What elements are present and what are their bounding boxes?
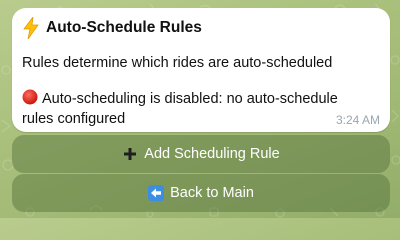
auto-schedule-status: Auto-scheduling is disabled: no auto-sch… [22, 89, 352, 129]
bot-message-bubble: Auto-Schedule Rules Rules determine whic… [12, 8, 390, 132]
back-to-main-label: Back to Main [170, 185, 254, 201]
rules-description: Rules determine which rides are auto-sch… [22, 55, 333, 71]
back-arrow-icon [148, 185, 165, 201]
lightning-bolt-icon [23, 17, 39, 39]
red-circle-icon [22, 89, 38, 105]
message-title-row: Auto-Schedule Rules [22, 17, 202, 39]
plus-icon [124, 148, 137, 160]
add-scheduling-rule-label: Add Scheduling Rule [144, 146, 280, 162]
add-scheduling-rule-button[interactable]: Add Scheduling Rule [12, 135, 390, 173]
status-text: Auto-scheduling is disabled: no auto-sch… [22, 91, 338, 127]
back-to-main-button[interactable]: Back to Main [12, 174, 390, 212]
message-title: Auto-Schedule Rules [46, 19, 202, 36]
message-timestamp: 3:24 AM [335, 113, 380, 127]
